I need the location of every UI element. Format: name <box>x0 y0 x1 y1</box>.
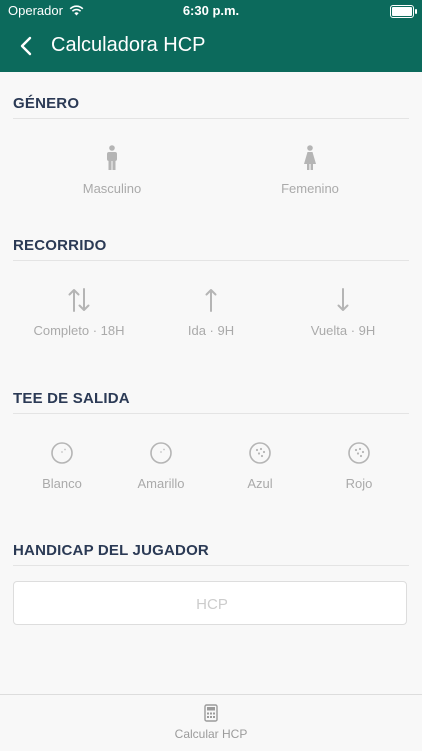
tee-option-label: Azul <box>247 476 273 491</box>
arrow-down-icon <box>331 287 355 313</box>
tee-option-label: Rojo <box>345 476 373 491</box>
chevron-left-icon <box>20 36 32 56</box>
golf-ball-icon <box>248 440 272 466</box>
page-title: Calculadora HCP <box>51 34 206 56</box>
tab-label: Calcular HCP <box>174 727 248 741</box>
battery-icon <box>390 5 417 18</box>
gender-section-title: GÉNERO <box>13 95 80 112</box>
handicap-section-title: HANDICAP DEL JUGADOR <box>13 542 209 559</box>
route-option-label: Vuelta · 9H <box>310 323 376 338</box>
route-option-full[interactable]: Completo · 18H <box>19 287 139 338</box>
tee-option-yellow[interactable]: Amarillo <box>121 440 201 491</box>
gender-option-female[interactable]: Femenino <box>250 145 370 196</box>
navigation-bar: Calculadora HCP <box>0 22 422 72</box>
divider <box>13 413 409 414</box>
tee-option-label: Blanco <box>42 476 82 491</box>
arrows-up-down-icon <box>67 287 91 313</box>
gender-option-label: Masculino <box>82 181 142 196</box>
divider <box>13 260 409 261</box>
route-option-out[interactable]: Ida · 9H <box>151 287 271 338</box>
tee-option-white[interactable]: Blanco <box>22 440 102 491</box>
tab-bar: Calcular HCP <box>0 694 422 751</box>
tee-option-label: Amarillo <box>137 476 185 491</box>
tee-option-blue[interactable]: Azul <box>220 440 300 491</box>
route-section-title: RECORRIDO <box>13 237 107 254</box>
status-time: 6:30 p.m. <box>182 3 240 18</box>
tee-option-red[interactable]: Rojo <box>319 440 399 491</box>
calculator-icon <box>204 704 218 722</box>
female-icon <box>298 145 322 171</box>
gender-option-label: Femenino <box>281 181 339 196</box>
route-option-back[interactable]: Vuelta · 9H <box>283 287 403 338</box>
route-option-label: Completo · 18H <box>33 323 125 338</box>
hcp-field[interactable] <box>13 581 410 626</box>
divider <box>13 118 409 119</box>
divider <box>13 565 409 566</box>
tab-calcular-hcp[interactable]: Calcular HCP <box>161 704 261 741</box>
golf-ball-icon <box>149 440 173 466</box>
status-bar: Operador 6:30 p.m. <box>0 0 422 22</box>
male-icon <box>100 145 124 171</box>
route-option-label: Ida · 9H <box>187 323 235 338</box>
back-button[interactable] <box>14 33 40 59</box>
hcp-input[interactable] <box>14 582 410 626</box>
golf-ball-icon <box>347 440 371 466</box>
tee-section-title: TEE DE SALIDA <box>13 390 130 407</box>
golf-ball-icon <box>50 440 74 466</box>
gender-option-male[interactable]: Masculino <box>52 145 172 196</box>
arrow-up-icon <box>199 287 223 313</box>
